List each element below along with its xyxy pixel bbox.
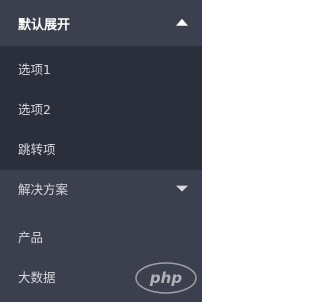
watermark-text: php <box>149 269 182 287</box>
submenu-item-option-1[interactable]: 选项1 <box>0 48 202 88</box>
submenu-item-option-2[interactable]: 选项2 <box>0 88 202 128</box>
chevron-up-icon <box>176 18 188 26</box>
php-logo-icon: php <box>135 262 197 294</box>
nav-menu: 默认展开 选项1 选项2 跳转项 解决方案 产品 大数据 php <box>0 0 202 302</box>
menu-group-default-expanded[interactable]: 默认展开 <box>0 0 202 46</box>
chevron-down-icon <box>176 185 188 192</box>
submenu: 选项1 选项2 跳转项 <box>0 46 202 170</box>
menu-group-solutions[interactable]: 解决方案 <box>0 170 202 206</box>
menu-item-label: 大数据 <box>18 269 56 285</box>
submenu-item-label: 选项1 <box>18 61 51 77</box>
submenu-item-jump[interactable]: 跳转项 <box>0 128 202 168</box>
menu-item-label: 产品 <box>18 229 44 245</box>
submenu-item-label: 跳转项 <box>18 141 56 157</box>
submenu-item-label: 选项2 <box>18 101 51 117</box>
menu-group-label: 默认展开 <box>18 17 71 33</box>
menu-item-product[interactable]: 产品 <box>0 216 202 256</box>
menu-group-label: 解决方案 <box>18 181 69 197</box>
